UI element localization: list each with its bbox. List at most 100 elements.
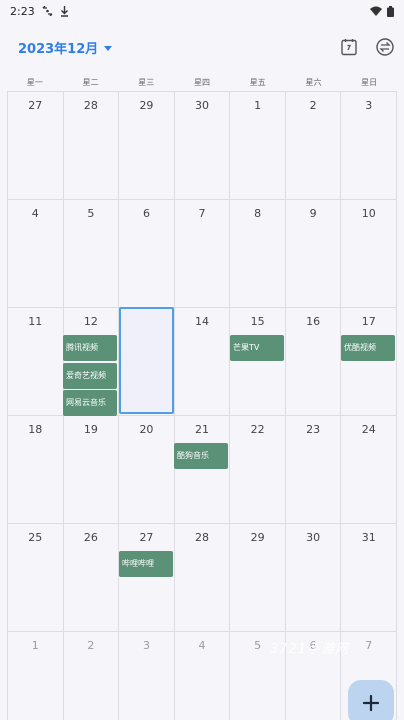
day-cell[interactable]: 27 — [7, 92, 63, 200]
day-number: 17 — [361, 315, 376, 328]
day-cell[interactable]: 29 — [118, 92, 174, 200]
day-cell[interactable]: 21 — [173, 416, 230, 524]
day-cell[interactable]: 11 — [7, 308, 63, 416]
day-number: 16 — [306, 315, 321, 328]
day-cell[interactable]: 14 — [173, 308, 230, 416]
day-number: 7 — [198, 207, 206, 220]
status-right — [370, 5, 394, 17]
day-cell[interactable]: 9 — [284, 200, 341, 308]
event-chip[interactable]: 网易云音乐 — [63, 390, 117, 416]
weekday-label: 星五 — [249, 78, 266, 87]
day-number: 20 — [139, 423, 154, 436]
day-number: 27 — [28, 99, 43, 112]
day-number: 30 — [195, 99, 210, 112]
swap-icon[interactable] — [375, 37, 395, 57]
day-cell[interactable]: 18 — [7, 416, 63, 524]
day-cell[interactable]: 27 — [118, 524, 174, 632]
weekday-label: 星一 — [26, 78, 43, 87]
month-grid: 27 28 29 30 1 2 3 4 5 6 7 8 9 10 11 12 1… — [7, 91, 398, 720]
status-bar: 2:23 — [0, 0, 404, 22]
dropdown-arrow-icon — [104, 46, 113, 51]
day-cell-selected[interactable]: 13 — [118, 308, 174, 416]
event-chip[interactable]: 优酷视频 — [341, 335, 395, 361]
day-number: 1 — [254, 99, 262, 112]
day-cell[interactable]: 5 — [62, 200, 119, 308]
day-cell-next-month[interactable]: 4 — [173, 632, 230, 720]
day-cell[interactable]: 3 — [340, 92, 398, 200]
day-number: 14 — [195, 315, 210, 328]
add-event-button[interactable] — [348, 680, 394, 720]
day-cell[interactable]: 28 — [173, 524, 230, 632]
day-number: 8 — [254, 207, 262, 220]
calendar-today-icon[interactable] — [339, 37, 359, 57]
day-cell[interactable]: 7 — [173, 200, 230, 308]
day-cell[interactable]: 10 — [340, 200, 398, 308]
day-cell[interactable]: 1 — [229, 92, 285, 200]
event-chip[interactable]: 酷狗音乐 — [174, 443, 228, 469]
day-cell[interactable]: 31 — [340, 524, 398, 632]
battery-icon — [387, 5, 394, 17]
day-cell[interactable]: 15 — [229, 308, 285, 416]
day-number: 10 — [361, 207, 376, 220]
event-chip[interactable]: 哔哩哔哩 — [119, 551, 173, 577]
day-cell-next-month[interactable]: 2 — [62, 632, 119, 720]
status-time: 2:23 — [10, 4, 35, 18]
weekday-label: 星二 — [82, 78, 99, 87]
status-left: 2:23 — [10, 5, 69, 18]
day-cell[interactable]: 20 — [118, 416, 174, 524]
day-cell[interactable]: 30 — [173, 92, 230, 200]
week-row: 25 26 27 28 29 30 31 — [7, 523, 398, 632]
day-cell[interactable]: 17 — [340, 308, 398, 416]
day-cell[interactable]: 26 — [62, 524, 119, 632]
download-icon — [60, 5, 69, 17]
event-chip[interactable]: 芒果TV — [230, 335, 284, 361]
day-number: 1 — [31, 639, 39, 652]
day-number: 15 — [250, 315, 265, 328]
day-number: 13 — [139, 315, 154, 328]
day-number: 6 — [142, 207, 150, 220]
day-number: 11 — [28, 315, 43, 328]
day-number: 28 — [83, 99, 98, 112]
day-number: 27 — [139, 531, 154, 544]
day-cell-next-month[interactable]: 1 — [7, 632, 63, 720]
month-label: 2023年12月 — [18, 42, 99, 57]
day-number: 22 — [250, 423, 265, 436]
day-cell[interactable]: 8 — [229, 200, 285, 308]
day-cell[interactable]: 4 — [7, 200, 63, 308]
day-cell[interactable]: 2 — [284, 92, 341, 200]
day-number: 29 — [139, 99, 154, 112]
day-cell[interactable]: 24 — [340, 416, 398, 524]
day-number: 31 — [361, 531, 376, 544]
event-chip[interactable]: 腾讯视频 — [63, 335, 117, 361]
day-number: 30 — [306, 531, 321, 544]
day-cell[interactable]: 23 — [284, 416, 341, 524]
month-selector[interactable]: 2023年12月 — [18, 38, 113, 57]
day-number: 25 — [28, 531, 43, 544]
plus-icon — [362, 694, 380, 712]
week-row: 4 5 6 7 8 9 10 — [7, 199, 398, 308]
day-number: 28 — [195, 531, 210, 544]
day-number: 4 — [198, 639, 206, 652]
day-number: 5 — [87, 207, 95, 220]
day-number: 23 — [306, 423, 321, 436]
weekday-label: 星三 — [138, 78, 155, 87]
day-cell[interactable]: 25 — [7, 524, 63, 632]
event-chip[interactable]: 爱奇艺视频 — [63, 363, 117, 389]
day-cell[interactable]: 19 — [62, 416, 119, 524]
day-cell[interactable]: 6 — [118, 200, 174, 308]
week-row: 27 28 29 30 1 2 3 — [7, 91, 398, 200]
day-cell[interactable]: 22 — [229, 416, 285, 524]
day-number: 7 — [365, 639, 373, 652]
week-row: 18 19 20 21 22 23 24 — [7, 415, 398, 524]
day-number: 3 — [142, 639, 150, 652]
day-cell[interactable]: 16 — [284, 308, 341, 416]
day-cell-next-month[interactable]: 3 — [118, 632, 174, 720]
weekday-label: 星日 — [361, 78, 378, 87]
day-number: 24 — [361, 423, 376, 436]
day-cell[interactable]: 28 — [62, 92, 119, 200]
day-number: 18 — [28, 423, 43, 436]
connection-icon — [42, 6, 53, 16]
day-cell[interactable]: 29 — [229, 524, 285, 632]
day-cell[interactable]: 30 — [284, 524, 341, 632]
day-number: 4 — [31, 207, 39, 220]
